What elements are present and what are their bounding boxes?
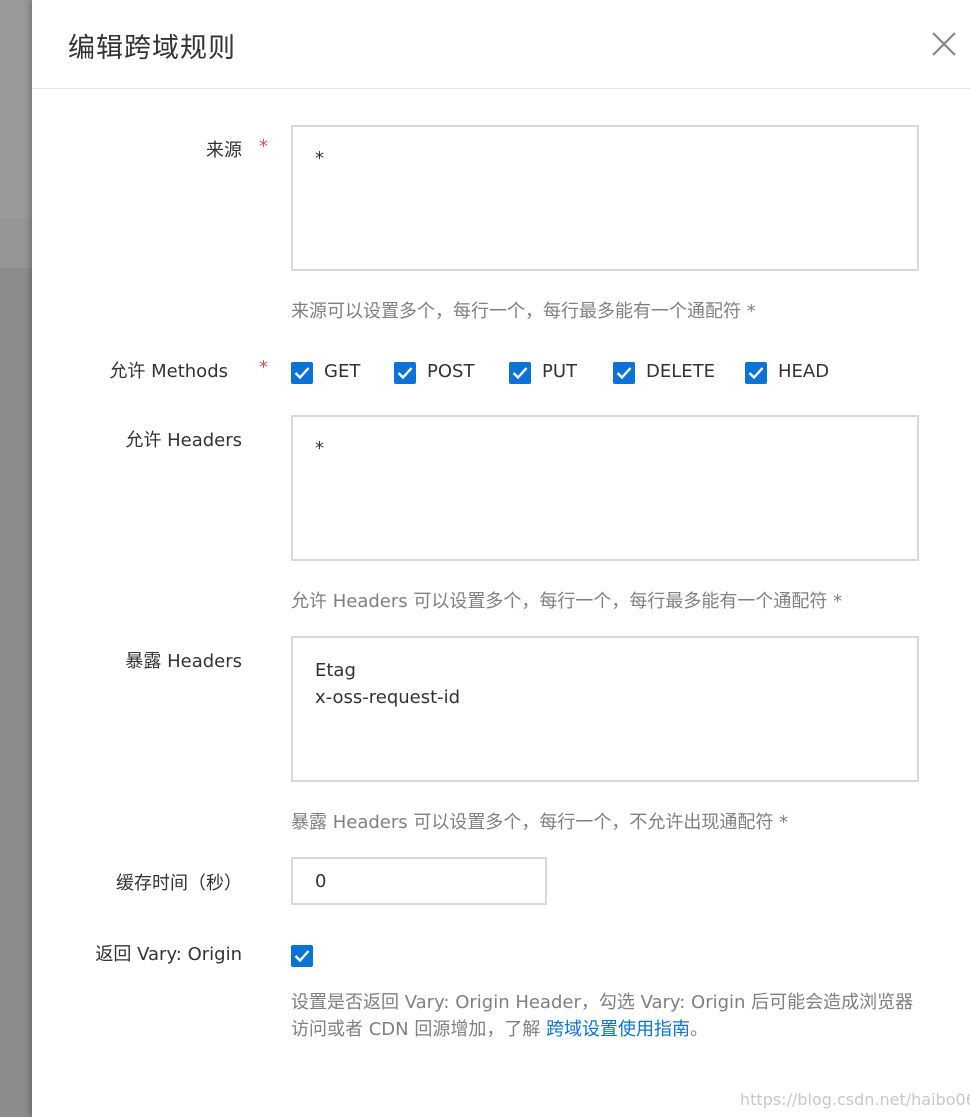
- edit-cors-rule-dialog: 编辑跨域规则 来源 * * 来源可以设置多个，每行一个，每行最多能有一个通配符 …: [32, 0, 970, 1117]
- origin-required-mark: *: [259, 136, 268, 157]
- vary-origin-checkbox[interactable]: [291, 945, 313, 967]
- check-icon: [748, 367, 764, 380]
- method-get-label: GET: [324, 361, 361, 382]
- check-icon: [294, 367, 310, 380]
- vary-origin-hint-line2: 访问或者 CDN 回源增加，了解 跨域设置使用指南。: [291, 1015, 708, 1041]
- method-put-label: PUT: [542, 361, 578, 382]
- close-icon[interactable]: [930, 30, 958, 58]
- vary-origin-hint-suffix: 。: [690, 1019, 709, 1040]
- check-icon: [397, 367, 413, 380]
- method-delete-label: DELETE: [646, 361, 716, 382]
- watermark: https://blog.csdn.net/haibo0668: [740, 1090, 970, 1109]
- origin-label: 来源: [206, 140, 242, 161]
- methods-label: 允许 Methods: [109, 361, 228, 382]
- expose-headers-label: 暴露 Headers: [125, 651, 242, 672]
- methods-required-mark: *: [259, 357, 268, 378]
- method-post-label: POST: [427, 361, 475, 382]
- method-head-checkbox[interactable]: [745, 362, 767, 384]
- origin-hint: 来源可以设置多个，每行一个，每行最多能有一个通配符 *: [291, 301, 756, 322]
- method-put-checkbox[interactable]: [509, 362, 531, 384]
- expose-headers-textarea[interactable]: Etag x-oss-request-id: [291, 636, 919, 782]
- check-icon: [616, 367, 632, 380]
- expose-headers-hint: 暴露 Headers 可以设置多个，每行一个，不允许出现通配符 *: [291, 812, 789, 833]
- allow-headers-textarea[interactable]: *: [291, 415, 919, 561]
- method-post-checkbox[interactable]: [394, 362, 416, 384]
- allow-headers-hint: 允许 Headers 可以设置多个，每行一个，每行最多能有一个通配符 *: [291, 591, 843, 612]
- cache-time-input[interactable]: 0: [291, 857, 547, 905]
- method-get-checkbox[interactable]: [291, 362, 313, 384]
- check-icon: [512, 367, 528, 380]
- cors-guide-link[interactable]: 跨域设置使用指南: [546, 1019, 690, 1040]
- method-head-label: HEAD: [778, 361, 830, 382]
- check-icon: [294, 950, 310, 963]
- cache-time-label: 缓存时间（秒）: [116, 873, 242, 894]
- origin-textarea[interactable]: *: [291, 125, 919, 271]
- page-backdrop: [0, 0, 32, 1117]
- backdrop-band: [0, 0, 32, 218]
- backdrop-band: [0, 218, 32, 268]
- vary-origin-label: 返回 Vary: Origin: [95, 944, 242, 965]
- allow-headers-label: 允许 Headers: [125, 430, 242, 451]
- dialog-title: 编辑跨域规则: [68, 33, 236, 64]
- dialog-header: 编辑跨域规则: [32, 0, 970, 89]
- method-delete-checkbox[interactable]: [613, 362, 635, 384]
- vary-origin-hint-prefix: 访问或者 CDN 回源增加，了解: [291, 1019, 547, 1040]
- vary-origin-hint-line1: 设置是否返回 Vary: Origin Header，勾选 Vary: Orig…: [291, 992, 914, 1013]
